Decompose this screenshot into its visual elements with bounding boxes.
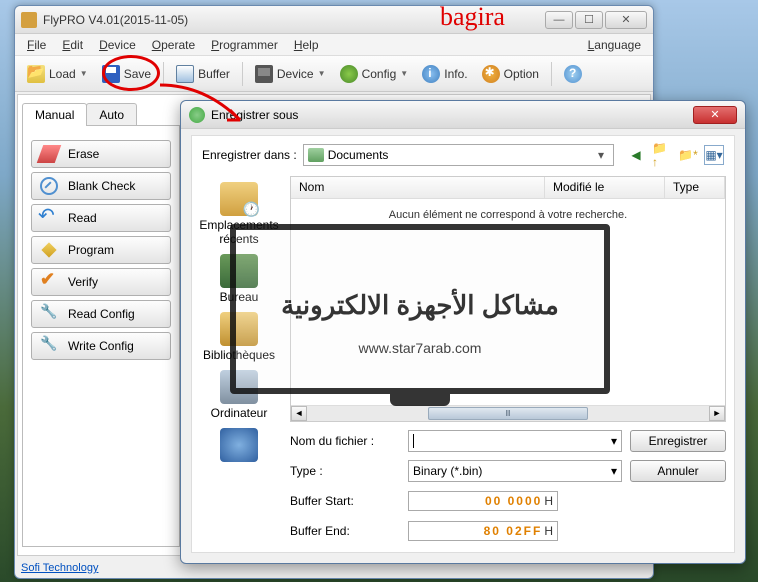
recent-icon <box>220 182 258 216</box>
empty-message: Aucun élément ne correspond à votre rech… <box>291 199 725 231</box>
write-config-button[interactable]: Write Config <box>31 332 171 360</box>
tab-manual[interactable]: Manual <box>22 103 87 126</box>
dropdown-icon[interactable]: ▼ <box>318 69 326 78</box>
help-icon <box>564 65 582 83</box>
menu-help[interactable]: Help <box>286 36 327 54</box>
read-config-button[interactable]: Read Config <box>31 300 171 328</box>
erase-icon <box>37 145 62 163</box>
cancel-button[interactable]: Annuler <box>630 460 726 482</box>
place-recent[interactable]: Emplacements récents <box>199 182 279 246</box>
save-button[interactable]: Save <box>96 62 157 86</box>
titlebar: FlyPRO V4.01(2015-11-05) — ☐ ✕ <box>15 6 653 34</box>
config-button[interactable]: Config▼ <box>334 62 415 86</box>
dropdown-icon[interactable]: ▼ <box>400 69 408 78</box>
place-computer[interactable]: Ordinateur <box>199 370 279 420</box>
scroll-right-button[interactable]: ► <box>709 406 725 421</box>
new-folder-button[interactable]: 📁* <box>678 145 698 165</box>
filename-label: Nom du fichier : <box>290 434 400 448</box>
blank-check-button[interactable]: Blank Check <box>31 172 171 200</box>
col-modified[interactable]: Modifié le <box>545 177 665 198</box>
wrench-icon <box>40 337 58 355</box>
floppy-icon <box>102 65 120 83</box>
gear-icon <box>482 65 500 83</box>
menu-file[interactable]: File <box>19 36 54 54</box>
option-button[interactable]: Option <box>476 62 545 86</box>
info-icon <box>422 65 440 83</box>
file-list[interactable]: Nom Modifié le Type Aucun élément ne cor… <box>290 176 726 422</box>
read-arrow-icon <box>40 209 58 227</box>
chip-icon <box>255 65 273 83</box>
save-in-label: Enregistrer dans : <box>202 148 297 162</box>
erase-button[interactable]: Erase <box>31 140 171 168</box>
col-name[interactable]: Nom <box>291 177 545 198</box>
menu-language[interactable]: Language <box>580 36 649 54</box>
col-type[interactable]: Type <box>665 177 725 198</box>
dropdown-icon[interactable]: ▾ <box>593 148 609 162</box>
save-in-value: Documents <box>328 148 589 162</box>
program-button[interactable]: Program <box>31 236 171 264</box>
dialog-icon <box>189 107 205 123</box>
buffer-icon <box>176 65 194 83</box>
list-header: Nom Modifié le Type <box>291 177 725 199</box>
maximize-button[interactable]: ☐ <box>575 11 603 29</box>
place-network[interactable] <box>199 428 279 462</box>
dropdown-icon[interactable]: ▼ <box>80 69 88 78</box>
dialog-close-button[interactable]: ✕ <box>693 106 737 124</box>
network-icon <box>220 428 258 462</box>
pencil-icon <box>41 242 56 257</box>
toolbar: Load▼ Save Buffer Device▼ Config▼ Info. … <box>15 56 653 92</box>
menubar: File Edit Device Operate Programmer Help… <box>15 34 653 56</box>
type-combo[interactable]: Binary (*.bin)▾ <box>408 460 622 482</box>
app-icon <box>21 12 37 28</box>
window-title: FlyPRO V4.01(2015-11-05) <box>43 13 545 27</box>
check-icon <box>40 273 58 291</box>
read-button[interactable]: Read <box>31 204 171 232</box>
minimize-button[interactable]: — <box>545 11 573 29</box>
footer-link[interactable]: Sofi Technology <box>21 562 98 574</box>
dropdown-icon[interactable]: ▾ <box>611 464 617 478</box>
wrench-icon <box>40 305 58 323</box>
buffer-end-input[interactable]: 80 02FFH <box>408 521 558 541</box>
config-icon <box>340 65 358 83</box>
folder-open-icon <box>27 65 45 83</box>
scroll-left-button[interactable]: ◄ <box>291 406 307 421</box>
computer-icon <box>220 370 258 404</box>
dropdown-icon[interactable]: ▾ <box>611 434 617 448</box>
dialog-title: Enregistrer sous <box>211 108 693 122</box>
buffer-end-label: Buffer End: <box>290 524 400 538</box>
places-bar: Emplacements récents Bureau Bibliothèque… <box>192 176 286 422</box>
scroll-thumb[interactable]: Ⅲ <box>428 407 589 420</box>
tab-auto[interactable]: Auto <box>86 103 137 126</box>
menu-programmer[interactable]: Programmer <box>203 36 286 54</box>
libraries-icon <box>220 312 258 346</box>
folder-icon <box>308 148 324 162</box>
buffer-start-label: Buffer Start: <box>290 494 400 508</box>
buffer-start-input[interactable]: 00 0000H <box>408 491 558 511</box>
device-button[interactable]: Device▼ <box>249 62 332 86</box>
desktop-icon <box>220 254 258 288</box>
save-in-combo[interactable]: Documents ▾ <box>303 144 614 166</box>
view-menu-button[interactable]: ▦▾ <box>704 145 724 165</box>
load-button[interactable]: Load▼ <box>21 62 94 86</box>
buffer-button[interactable]: Buffer <box>170 62 236 86</box>
close-button[interactable]: ✕ <box>605 11 647 29</box>
menu-device[interactable]: Device <box>91 36 144 54</box>
type-label: Type : <box>290 464 400 478</box>
save-file-button[interactable]: Enregistrer <box>630 430 726 452</box>
place-libraries[interactable]: Bibliothèques <box>199 312 279 362</box>
verify-button[interactable]: Verify <box>31 268 171 296</box>
dialog-titlebar: Enregistrer sous ✕ <box>181 101 745 129</box>
h-scrollbar[interactable]: ◄ Ⅲ ► <box>291 405 725 421</box>
manual-panel: Erase Blank Check Read Program Verify Re… <box>22 125 180 547</box>
back-button[interactable]: ◀ <box>626 145 646 165</box>
filename-input[interactable]: ▾ <box>408 430 622 452</box>
up-button[interactable]: 📁↑ <box>652 145 672 165</box>
info-button[interactable]: Info. <box>416 62 473 86</box>
save-dialog: Enregistrer sous ✕ Enregistrer dans : Do… <box>180 100 746 564</box>
magnifier-icon <box>40 177 58 195</box>
help-button[interactable] <box>558 62 588 86</box>
place-desktop[interactable]: Bureau <box>199 254 279 304</box>
menu-edit[interactable]: Edit <box>54 36 91 54</box>
menu-operate[interactable]: Operate <box>144 36 203 54</box>
